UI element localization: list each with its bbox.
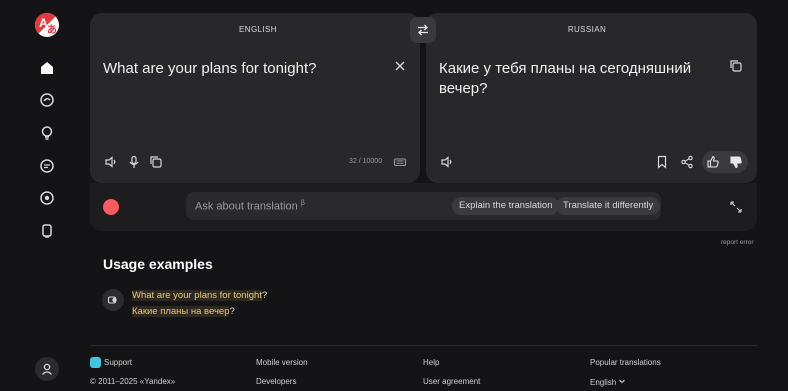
example-source-icon [107, 296, 117, 304]
cards-icon[interactable] [38, 222, 56, 240]
report-error-link[interactable]: report error [721, 239, 754, 246]
swap-languages-button[interactable] [410, 17, 436, 43]
bookmark-icon[interactable] [655, 155, 669, 169]
swap-icon [418, 24, 428, 36]
footer-language-label: English [590, 378, 617, 387]
clear-icon[interactable] [393, 59, 407, 73]
footer-copyright: © 2011–2025 «Yandex» [90, 377, 176, 386]
character-counter: 32 / 10000 [349, 158, 383, 165]
thumbs-down-icon[interactable] [729, 155, 743, 169]
ask-placeholder-text: Ask about translation [195, 200, 298, 213]
footer-developers-link[interactable]: Developers [256, 377, 296, 386]
example-russian: Какие планы на вечер? [132, 306, 235, 317]
example-russian-tail: ? [229, 306, 235, 317]
lightbulb-icon[interactable] [38, 124, 56, 142]
translation-output: Какие у тебя планы на сегодняшний вечер? [439, 60, 692, 97]
footer-user-agreement-link[interactable]: User agreement [423, 377, 480, 386]
keyboard-icon[interactable] [393, 155, 407, 169]
user-icon [42, 363, 52, 375]
source-text-input[interactable]: What are your plans for tonight? [103, 59, 383, 79]
logo-letter-jp: あ [47, 25, 57, 36]
usage-example-icon[interactable] [102, 289, 124, 311]
speaker-translation-icon[interactable] [440, 155, 454, 169]
example-english: What are your plans for tonight? [132, 290, 267, 301]
microphone-icon[interactable] [127, 155, 141, 169]
beta-mark: β [300, 200, 305, 207]
copy-icon[interactable] [149, 155, 163, 169]
copy-translation-icon[interactable] [729, 59, 743, 73]
source-language-button[interactable]: ENGLISH [198, 25, 318, 34]
footer-help-link[interactable]: Help [423, 358, 439, 367]
target-language-button[interactable]: RUSSIAN [527, 25, 647, 34]
yandex-translate-logo[interactable]: A あ [35, 13, 59, 37]
avatar[interactable] [35, 357, 59, 381]
footer-popular-translations-link[interactable]: Popular translations [590, 358, 661, 367]
footer-support-link[interactable]: Support [104, 358, 132, 367]
support-icon [90, 357, 101, 368]
expand-icon[interactable] [729, 200, 743, 214]
footer-divider [90, 345, 757, 346]
target-icon[interactable] [38, 189, 56, 207]
usage-examples-title: Usage examples [103, 256, 213, 272]
explain-translation-chip[interactable]: Explain the translation [452, 197, 560, 215]
footer-language-select[interactable]: English [590, 377, 626, 387]
sidebar: A あ [0, 0, 88, 391]
chevron-down-icon [618, 377, 626, 387]
share-icon[interactable] [680, 155, 694, 169]
example-english-highlight: What are your plans for tonight [132, 290, 262, 301]
translate-differently-chip[interactable]: Translate it differently [556, 197, 661, 215]
example-english-tail: ? [261, 290, 268, 301]
speaker-icon[interactable] [104, 155, 118, 169]
alice-assistant-icon[interactable] [103, 199, 119, 215]
home-icon[interactable] [38, 59, 56, 77]
message-icon[interactable] [38, 157, 56, 175]
chat-icon[interactable] [38, 91, 56, 109]
footer-mobile-version-link[interactable]: Mobile version [256, 358, 308, 367]
ask-translation-placeholder: Ask about translation β [195, 200, 305, 213]
example-russian-highlight: Какие планы на вечер [132, 306, 230, 317]
thumbs-up-icon[interactable] [706, 155, 720, 169]
